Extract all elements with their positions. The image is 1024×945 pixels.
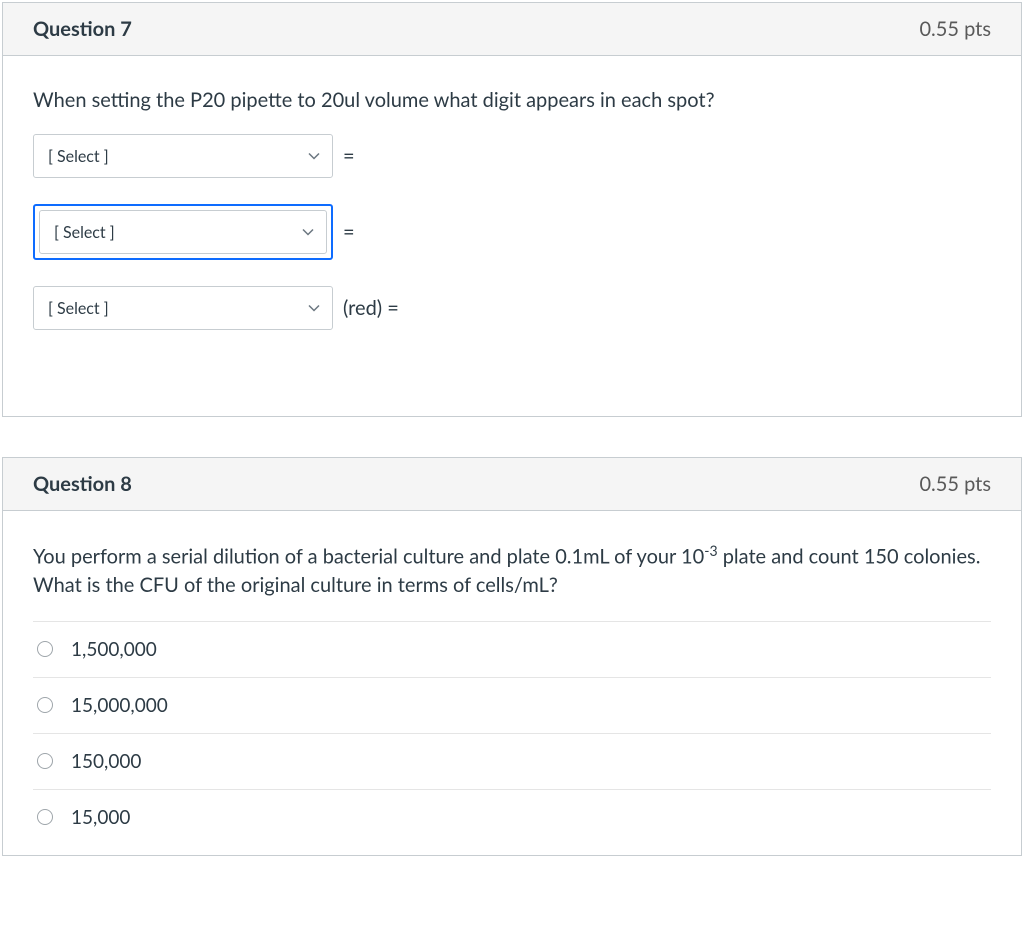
option-3[interactable]: 150,000 [33,733,991,789]
option-label: 15,000 [71,806,130,829]
radio-icon [37,809,53,825]
option-label: 15,000,000 [71,694,168,717]
question-header: Question 7 0.55 pts [3,3,1021,56]
digit-select-2[interactable]: [ Select ] [33,204,333,260]
option-2[interactable]: 15,000,000 [33,677,991,733]
radio-icon [37,697,53,713]
prompt-prefix: You perform a serial dilution of a bacte… [33,545,704,569]
question-points: 0.55 pts [919,17,991,41]
radio-icon [37,641,53,657]
question-title: Question 8 [33,472,132,496]
select-row-3: [ Select ] (red) = [33,286,991,330]
question-header: Question 8 0.55 pts [3,458,1021,511]
options-list: 1,500,000 15,000,000 150,000 15,000 [33,621,991,845]
after-label-2: = [343,220,355,244]
digit-select-1[interactable]: [ Select ] [33,134,333,178]
question-body: When setting the P20 pipette to 20ul vol… [3,56,1021,416]
option-label: 1,500,000 [71,638,157,661]
select-row-1: [ Select ] = [33,134,991,178]
select-placeholder: [ Select ] [48,299,109,318]
after-label-3: (red) = [343,296,399,320]
question-8: Question 8 0.55 pts You perform a serial… [2,457,1022,856]
chevron-down-icon [308,302,320,314]
select-placeholder: [ Select ] [54,223,115,242]
digit-select-3[interactable]: [ Select ] [33,286,333,330]
option-4[interactable]: 15,000 [33,789,991,845]
select-placeholder: [ Select ] [48,147,109,166]
question-prompt: You perform a serial dilution of a bacte… [33,541,991,599]
prompt-exponent: -3 [704,542,717,559]
after-label-1: = [343,144,355,168]
chevron-down-icon [308,150,320,162]
question-points: 0.55 pts [919,472,991,496]
select-row-2: [ Select ] = [33,204,991,260]
question-prompt: When setting the P20 pipette to 20ul vol… [33,86,991,114]
question-body: You perform a serial dilution of a bacte… [3,511,1021,855]
radio-icon [37,753,53,769]
question-7: Question 7 0.55 pts When setting the P20… [2,2,1022,417]
option-label: 150,000 [71,750,141,773]
option-1[interactable]: 1,500,000 [33,621,991,677]
chevron-down-icon [302,226,314,238]
question-title: Question 7 [33,17,132,41]
